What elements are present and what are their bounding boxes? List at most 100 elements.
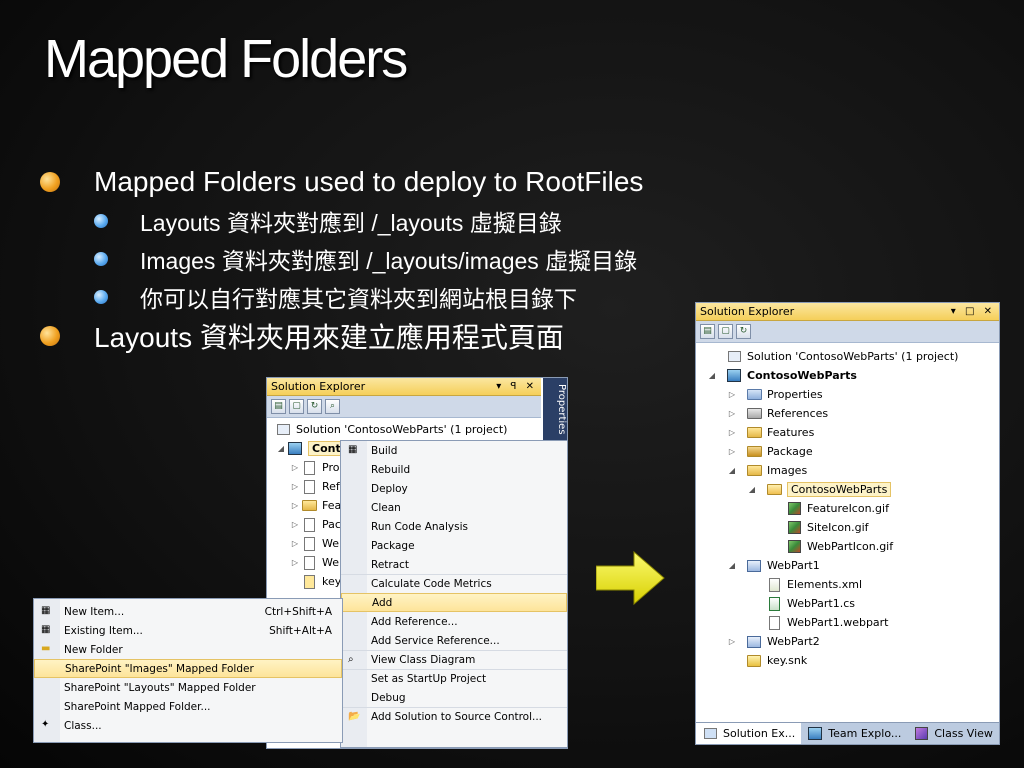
context-menu-item[interactable]: 📂 Add Solution to Source Control... <box>341 707 567 726</box>
expand-icon[interactable]: ▷ <box>289 501 301 510</box>
context-menu-item[interactable]: ⌕ View Class Diagram <box>341 650 567 669</box>
tree-row[interactable]: ▷ References <box>706 404 999 423</box>
context-menu-item[interactable]: Add Service Reference... <box>341 631 567 650</box>
refresh-icon[interactable]: ↻ <box>736 324 751 339</box>
package-icon <box>746 445 762 459</box>
item-icon <box>301 574 317 589</box>
context-menu-item[interactable]: Add <box>341 593 567 612</box>
context-menu-item[interactable]: Debug <box>341 688 567 707</box>
submenu-item[interactable]: ✦ Class... <box>34 716 342 735</box>
tree-row[interactable]: Solution 'ContosoWebParts' (1 project) <box>275 420 567 439</box>
bullet-1-text: Mapped Folders used to deploy to RootFil… <box>94 166 644 197</box>
folder-icon <box>746 426 762 440</box>
tree-row[interactable]: WebPart1.cs <box>706 594 999 613</box>
sub-bullet-dot-icon <box>94 214 108 228</box>
tree-label: We <box>322 537 339 550</box>
webpart-icon <box>746 559 762 573</box>
tree-row[interactable]: ▷ Features <box>706 423 999 442</box>
menu-item-label: Add <box>372 596 393 609</box>
context-menu-item[interactable]: Clean <box>341 498 567 517</box>
tree-row[interactable]: key.snk <box>706 651 999 670</box>
expand-icon[interactable]: ▷ <box>289 463 301 472</box>
tab-class-view[interactable]: Class View <box>907 723 999 744</box>
collapse-icon[interactable]: ◢ <box>726 561 738 570</box>
tree-row[interactable]: ◢ WebPart1 <box>706 556 999 575</box>
submenu-item[interactable]: ▬ New Folder <box>34 640 342 659</box>
expand-icon[interactable]: ▷ <box>289 482 301 491</box>
properties-side-tab[interactable]: Properties <box>543 378 567 448</box>
context-menu-item[interactable]: Retract <box>341 555 567 574</box>
bullet-list: Mapped Folders used to deploy to RootFil… <box>40 162 720 356</box>
context-menu-item[interactable]: ▦ Build <box>341 441 567 460</box>
add-submenu: ▦ New Item... Ctrl+Shift+A ▦ Existing Item..… <box>33 598 343 743</box>
context-menu-item[interactable]: Add Reference... <box>341 612 567 631</box>
menu-item-label: Run Code Analysis <box>371 520 468 533</box>
slide-title: Mapped Folders <box>44 29 408 89</box>
collapse-icon[interactable]: ◢ <box>275 444 287 453</box>
right-explorer-toolbar: ▤ ▢ ↻ <box>696 321 999 343</box>
folder-open-icon <box>766 483 782 497</box>
tree-row[interactable]: ▷ WebPart2 <box>706 632 999 651</box>
tab-team-explorer[interactable]: Team Explo... <box>801 723 907 744</box>
submenu-item[interactable]: SharePoint "Layouts" Mapped Folder <box>34 678 342 697</box>
expand-icon[interactable]: ▷ <box>726 447 738 456</box>
collapse-icon[interactable]: ◢ <box>746 485 758 494</box>
tree-label: References <box>767 407 829 420</box>
tree-label: Features <box>767 426 815 439</box>
menu-item-label: Debug <box>371 691 406 704</box>
expand-icon[interactable]: ▷ <box>726 428 738 437</box>
expand-icon[interactable]: ▷ <box>726 390 738 399</box>
expand-icon[interactable]: ▷ <box>726 637 738 646</box>
context-menu-item[interactable]: Deploy <box>341 479 567 498</box>
bullet-dot-icon <box>40 326 60 346</box>
collapse-icon[interactable]: ◢ <box>726 466 738 475</box>
tree-row[interactable]: WebPart1.webpart <box>706 613 999 632</box>
tree-row[interactable]: ◢ ContosoWebParts <box>706 366 999 385</box>
refresh-icon[interactable]: ↻ <box>307 399 322 414</box>
expand-icon[interactable]: ▷ <box>289 520 301 529</box>
tree-row[interactable]: ▷ Properties <box>706 385 999 404</box>
class-diagram-icon: ⌕ <box>348 654 354 665</box>
show-all-files-icon[interactable]: ▢ <box>718 324 733 339</box>
right-explorer-title: Solution Explorer <box>700 305 795 318</box>
expand-icon[interactable]: ▷ <box>289 558 301 567</box>
submenu-item[interactable]: ▦ New Item... Ctrl+Shift+A <box>34 602 342 621</box>
show-all-files-icon[interactable]: ▢ <box>289 399 304 414</box>
collapse-icon[interactable]: ◢ <box>706 371 718 380</box>
menu-item-label: SharePoint "Layouts" Mapped Folder <box>64 681 256 694</box>
tree-row[interactable]: FeatureIcon.gif <box>706 499 999 518</box>
expand-icon[interactable]: ▷ <box>726 409 738 418</box>
submenu-item[interactable]: SharePoint Mapped Folder... <box>34 697 342 716</box>
bullet-1: Mapped Folders used to deploy to RootFil… <box>40 162 720 202</box>
properties-toolbar-icon[interactable]: ▤ <box>700 324 715 339</box>
tree-row[interactable]: SiteIcon.gif <box>706 518 999 537</box>
tree-row[interactable]: ◢ Images <box>706 461 999 480</box>
tree-label: Ref <box>322 480 340 493</box>
context-menu-item[interactable]: Package <box>341 536 567 555</box>
context-menu-item[interactable]: Run Code Analysis <box>341 517 567 536</box>
left-explorer-titlebar[interactable]: Solution Explorer ▾ ꟼ ✕ <box>267 378 541 396</box>
sub-bullet-dot-icon <box>94 290 108 304</box>
file-icon <box>766 615 782 630</box>
tree-row[interactable]: ◢ ContosoWebParts <box>706 480 999 499</box>
properties-toolbar-icon[interactable]: ▤ <box>271 399 286 414</box>
tree-row[interactable]: ▷ Package <box>706 442 999 461</box>
submenu-item[interactable]: SharePoint "Images" Mapped Folder <box>34 659 342 678</box>
view-class-diagram-icon[interactable]: ⌕ <box>325 399 340 414</box>
tree-row[interactable]: Solution 'ContosoWebParts' (1 project) <box>706 347 999 366</box>
tree-row[interactable]: Elements.xml <box>706 575 999 594</box>
expand-icon[interactable]: ▷ <box>289 539 301 548</box>
context-menu-item[interactable]: Rebuild <box>341 460 567 479</box>
context-menu-item[interactable]: Calculate Code Metrics <box>341 574 567 593</box>
context-menu-item[interactable]: Set as StartUp Project <box>341 669 567 688</box>
pane-controls[interactable]: ▾ ꟼ ✕ <box>496 381 537 392</box>
tree-row[interactable]: WebPartIcon.gif <box>706 537 999 556</box>
submenu-item[interactable]: ▦ Existing Item... Shift+Alt+A <box>34 621 342 640</box>
image-file-icon <box>786 502 802 516</box>
tab-solution-explorer[interactable]: Solution Ex... <box>696 723 802 744</box>
bullet-dot-icon <box>40 172 60 192</box>
tree-label: Elements.xml <box>787 578 863 591</box>
pane-controls[interactable]: ▾ □ ✕ <box>951 306 995 317</box>
menu-item-label: Rebuild <box>371 463 411 476</box>
right-explorer-titlebar[interactable]: Solution Explorer ▾ □ ✕ <box>696 303 999 321</box>
